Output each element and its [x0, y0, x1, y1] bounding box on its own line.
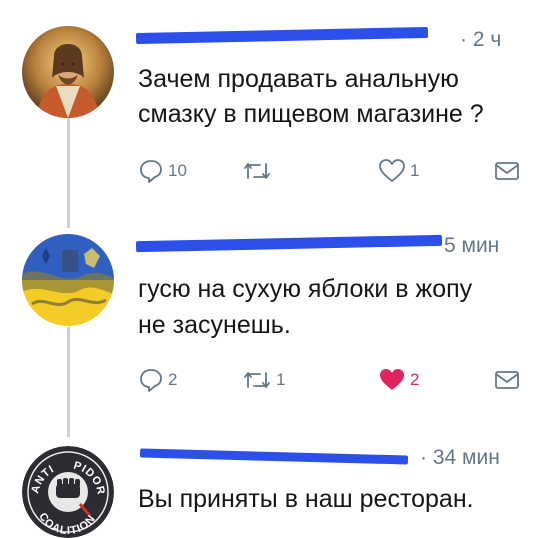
direct-message-button[interactable] — [494, 156, 520, 186]
reply-button[interactable]: 2 — [138, 365, 177, 395]
tweet[interactable]: 5 мин гусю на сухую яблоки в жопу не зас… — [0, 220, 540, 430]
retweet-count: 1 — [276, 370, 286, 389]
redacted-author-name[interactable] — [135, 26, 429, 45]
tweet-actions: 10 1 — [138, 156, 538, 186]
avatar[interactable]: ANTI PIDOR COALITION — [22, 446, 114, 538]
tweet-actions: 2 1 2 — [138, 365, 538, 395]
heart-filled-icon — [380, 369, 404, 390]
like-button[interactable]: 2 — [378, 365, 419, 395]
reply-button[interactable]: 10 — [138, 156, 187, 186]
reply-count: 2 — [168, 370, 178, 389]
retweet-icon — [244, 163, 270, 179]
saint-portrait-icon — [22, 26, 114, 118]
avatar[interactable] — [22, 234, 114, 326]
tweet-timestamp[interactable]: · 34 мин — [420, 446, 500, 470]
tweet-text-line: Вы приняты в наш ресторан. — [138, 485, 474, 513]
tweet[interactable]: · 2 ч Зачем продавать анальную смазку в … — [0, 0, 540, 220]
tweet-text-line: смазку в пищевом магазине ? — [138, 100, 484, 128]
anti-pidor-coalition-emblem-icon: ANTI PIDOR COALITION — [22, 446, 114, 538]
avatar[interactable] — [22, 26, 114, 118]
tweet-text-line: гусю на сухую яблоки в жопу — [138, 275, 473, 303]
like-count: 2 — [410, 370, 420, 389]
like-count: 1 — [410, 161, 420, 180]
heart-icon — [379, 159, 405, 182]
retweet-button[interactable] — [242, 156, 276, 186]
retweet-icon — [244, 372, 270, 388]
reply-icon — [140, 369, 162, 392]
direct-message-button[interactable] — [494, 365, 520, 395]
tweet[interactable]: ANTI PIDOR COALITION · 34 мин Вы приняты… — [0, 430, 540, 538]
tweet-text-line: Зачем продавать анальную — [138, 65, 459, 93]
reply-thread: · 2 ч Зачем продавать анальную смазку в … — [0, 0, 540, 538]
envelope-icon — [495, 371, 519, 389]
redacted-author-name[interactable] — [139, 448, 409, 465]
retweet-button[interactable]: 1 — [242, 365, 285, 395]
reply-count: 10 — [168, 161, 187, 180]
flag-collage-icon — [22, 234, 114, 326]
tweet-timestamp[interactable]: 5 мин — [444, 234, 499, 258]
tweet-timestamp[interactable]: · 2 ч — [460, 28, 501, 52]
like-button[interactable]: 1 — [378, 156, 419, 186]
reply-icon — [140, 160, 162, 183]
redacted-author-name[interactable] — [135, 234, 443, 253]
tweet-text-line: не засунешь. — [138, 311, 291, 339]
envelope-icon — [495, 162, 519, 180]
